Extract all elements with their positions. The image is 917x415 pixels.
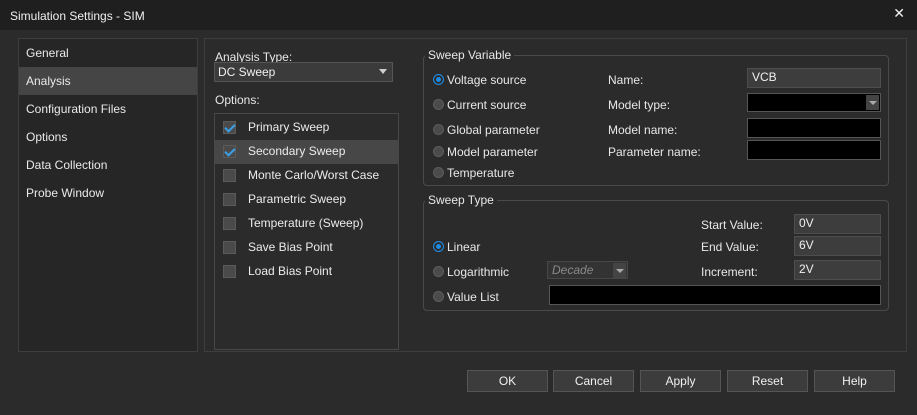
- radio-current-source[interactable]: [433, 99, 444, 110]
- radio-global-parameter[interactable]: [433, 124, 444, 135]
- option-secondary-sweep[interactable]: Secondary Sweep: [215, 140, 398, 164]
- help-button[interactable]: Help: [814, 370, 895, 392]
- radio-label: Value List: [447, 290, 499, 304]
- analysis-type-value: DC Sweep: [218, 65, 276, 79]
- option-monte-carlo[interactable]: Monte Carlo/Worst Case: [215, 164, 398, 188]
- parameter-name-input[interactable]: [747, 140, 881, 160]
- option-label: Parametric Sweep: [248, 192, 347, 206]
- name-value: VCB: [752, 70, 777, 84]
- sweep-variable-title: Sweep Variable: [425, 48, 515, 62]
- checkbox[interactable]: [223, 265, 236, 278]
- chevron-down-icon: [379, 69, 387, 74]
- parameter-name-label: Parameter name:: [608, 145, 701, 159]
- option-parametric-sweep[interactable]: Parametric Sweep: [215, 188, 398, 212]
- nav-item-probe-window[interactable]: Probe Window: [19, 179, 197, 207]
- nav-item-general[interactable]: General: [19, 39, 197, 67]
- radio-label: Linear: [447, 240, 481, 254]
- increment-label: Increment:: [701, 265, 758, 279]
- option-label: Monte Carlo/Worst Case: [248, 168, 380, 182]
- checkbox[interactable]: [223, 217, 236, 230]
- option-label: Primary Sweep: [248, 120, 330, 134]
- checkbox[interactable]: [223, 169, 236, 182]
- increment-input[interactable]: 2V: [794, 260, 881, 280]
- checkbox[interactable]: [223, 121, 236, 134]
- radio-model-parameter[interactable]: [433, 146, 444, 157]
- start-value-input[interactable]: 0V: [794, 214, 881, 234]
- chevron-down-icon[interactable]: [613, 263, 626, 278]
- log-scale-select[interactable]: Decade: [547, 261, 628, 279]
- name-input[interactable]: VCB: [747, 68, 881, 88]
- checkbox[interactable]: [223, 145, 236, 158]
- radio-label: Model parameter: [447, 145, 538, 159]
- nav-item-analysis[interactable]: Analysis: [19, 67, 197, 95]
- increment-value: 2V: [799, 262, 814, 276]
- option-save-bias-point[interactable]: Save Bias Point: [215, 236, 398, 260]
- chevron-down-icon[interactable]: [866, 95, 879, 110]
- radio-label: Global parameter: [447, 123, 540, 137]
- reset-button[interactable]: Reset: [727, 370, 808, 392]
- radio-label: Temperature: [447, 166, 515, 180]
- analysis-type-select[interactable]: DC Sweep: [214, 62, 393, 82]
- option-load-bias-point[interactable]: Load Bias Point: [215, 260, 398, 284]
- window-title: Simulation Settings - SIM: [10, 9, 145, 23]
- option-label: Save Bias Point: [248, 240, 333, 254]
- option-label: Secondary Sweep: [248, 144, 346, 158]
- sweep-type-title: Sweep Type: [425, 193, 497, 207]
- end-value-input[interactable]: 6V: [794, 236, 881, 256]
- settings-nav: General Analysis Configuration Files Opt…: [18, 38, 198, 352]
- radio-label: Voltage source: [447, 73, 527, 87]
- nav-item-configuration-files[interactable]: Configuration Files: [19, 95, 197, 123]
- ok-button[interactable]: OK: [467, 370, 548, 392]
- checkbox[interactable]: [223, 241, 236, 254]
- option-primary-sweep[interactable]: Primary Sweep: [215, 116, 398, 140]
- log-scale-value: Decade: [552, 263, 594, 277]
- model-name-label: Model name:: [608, 123, 678, 137]
- radio-label: Logarithmic: [447, 265, 510, 279]
- option-temperature-sweep[interactable]: Temperature (Sweep): [215, 212, 398, 236]
- nav-item-data-collection[interactable]: Data Collection: [19, 151, 197, 179]
- model-type-label: Model type:: [608, 98, 671, 112]
- name-label: Name:: [608, 73, 644, 87]
- radio-logarithmic[interactable]: [433, 266, 444, 277]
- checkbox[interactable]: [223, 193, 236, 206]
- radio-voltage-source[interactable]: [433, 74, 444, 85]
- title-bar: Simulation Settings - SIM ✕: [0, 0, 917, 30]
- model-name-input[interactable]: [747, 118, 881, 138]
- cancel-button[interactable]: Cancel: [553, 370, 634, 392]
- close-icon[interactable]: ✕: [893, 5, 905, 22]
- nav-item-options[interactable]: Options: [19, 123, 197, 151]
- radio-value-list[interactable]: [433, 291, 444, 302]
- start-value: 0V: [799, 216, 814, 230]
- model-type-select[interactable]: [747, 93, 881, 112]
- option-label: Temperature (Sweep): [248, 216, 364, 230]
- radio-label: Current source: [447, 98, 527, 112]
- apply-button[interactable]: Apply: [640, 370, 721, 392]
- end-value-label: End Value:: [701, 240, 759, 254]
- end-value: 6V: [799, 238, 814, 252]
- value-list-input[interactable]: [549, 285, 881, 305]
- radio-temperature[interactable]: [433, 167, 444, 178]
- start-value-label: Start Value:: [701, 218, 763, 232]
- options-label: Options:: [215, 93, 260, 107]
- option-label: Load Bias Point: [248, 264, 333, 278]
- options-list: Primary Sweep Secondary Sweep Monte Carl…: [214, 113, 399, 350]
- radio-linear[interactable]: [433, 241, 444, 252]
